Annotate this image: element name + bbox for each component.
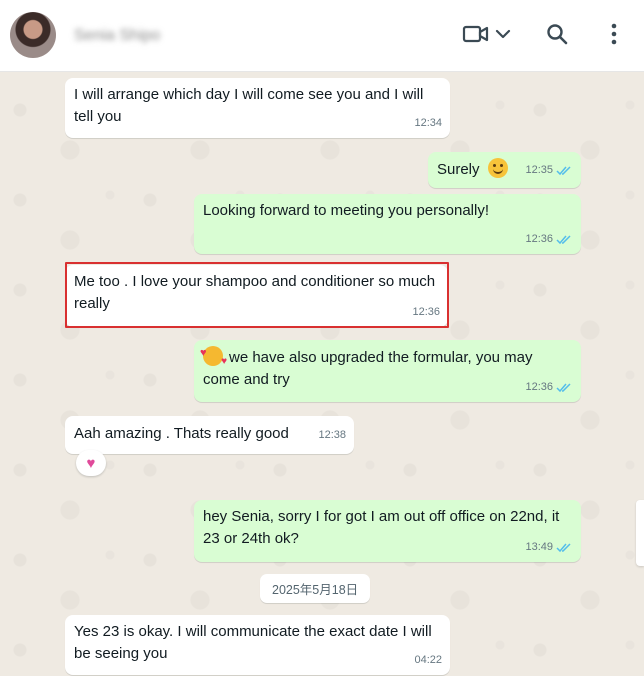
- message-time: 12:35: [525, 164, 553, 176]
- read-ticks-icon: [556, 542, 571, 552]
- smiling-face-with-hearts-emoji-icon: [200, 342, 227, 373]
- side-panel-handle[interactable]: [636, 500, 644, 566]
- contact-avatar[interactable]: [10, 12, 56, 58]
- message-time: 12:36: [525, 381, 553, 393]
- read-ticks-icon: [556, 234, 571, 244]
- message-incoming[interactable]: I will arrange which day I will come see…: [65, 78, 450, 138]
- video-call-icon: [462, 25, 511, 43]
- message-text: Aah amazing . Thats really good: [74, 425, 289, 442]
- search-icon: [547, 24, 568, 45]
- chat-header: Senia Shipo: [0, 0, 644, 72]
- message-text: I will arrange which day I will come see…: [74, 86, 424, 125]
- more-vertical-icon: [611, 23, 617, 45]
- message-time: 12:36: [412, 306, 440, 318]
- more-options-button[interactable]: [602, 20, 626, 48]
- message-text: hey Senia, sorry I for got I am out off …: [203, 508, 560, 547]
- smiling-face-emoji-icon: [487, 158, 508, 178]
- message-list[interactable]: I will arrange which day I will come see…: [0, 72, 644, 676]
- message-time: 12:36: [525, 233, 553, 245]
- video-call-button[interactable]: [462, 20, 516, 48]
- message-time: 13:49: [525, 541, 553, 553]
- read-ticks-icon: [556, 165, 571, 175]
- message-outgoing[interactable]: Looking forward to meeting you personall…: [194, 194, 581, 254]
- chevron-down-icon: [495, 29, 511, 39]
- message-time: 12:38: [318, 429, 346, 441]
- message-outgoing[interactable]: we have also upgraded the formular, you …: [194, 340, 581, 402]
- message-outgoing[interactable]: hey Senia, sorry I for got I am out off …: [194, 500, 581, 562]
- message-reaction[interactable]: ♥: [76, 450, 106, 476]
- message-outgoing[interactable]: Surely 12:35: [428, 152, 581, 188]
- message-time: 12:34: [414, 117, 442, 129]
- read-ticks-icon: [556, 382, 571, 392]
- contact-name[interactable]: Senia Shipo: [74, 27, 160, 45]
- pink-heart-emoji-icon: ♥: [86, 454, 96, 472]
- message-time: 04:22: [414, 654, 442, 666]
- message-text: Looking forward to meeting you personall…: [203, 202, 489, 219]
- message-incoming[interactable]: Aah amazing . Thats really good 12:38: [65, 416, 354, 454]
- search-button[interactable]: [543, 20, 571, 48]
- message-incoming[interactable]: Yes 23 is okay. I will communicate the e…: [65, 615, 450, 675]
- message-text: Me too . I love your shampoo and conditi…: [74, 273, 436, 312]
- message-text: Yes 23 is okay. I will communicate the e…: [74, 623, 432, 662]
- message-text: we have also upgraded the formular, you …: [203, 349, 533, 388]
- message-text: Surely: [437, 161, 480, 178]
- date-separator: 2025年5月18日: [260, 574, 371, 603]
- message-incoming[interactable]: Me too . I love your shampoo and conditi…: [65, 265, 448, 327]
